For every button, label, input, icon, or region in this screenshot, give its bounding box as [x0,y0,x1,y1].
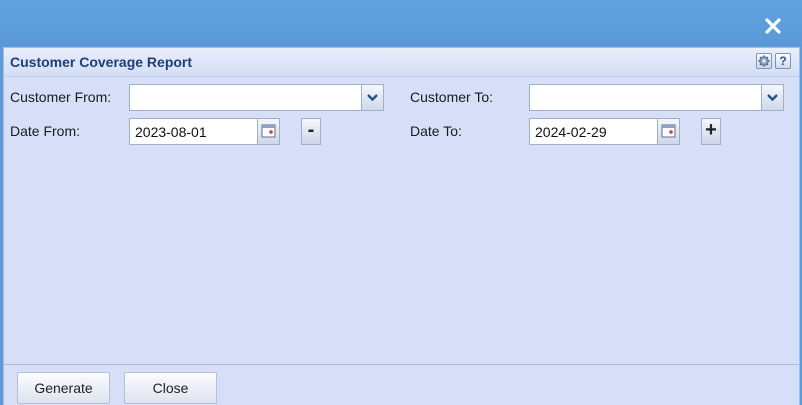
date-from-decrement-button[interactable]: - [301,118,321,145]
report-panel: Customer Coverage Report ? Customer From… [3,47,800,405]
chevron-down-icon [367,94,378,102]
customer-to-label: Customer To: [410,89,493,105]
close-button[interactable]: Close [124,372,217,404]
date-from-label: Date From: [10,123,81,139]
customer-from-dropdown-button[interactable] [361,85,383,110]
close-icon[interactable] [764,17,782,35]
date-to-value: 2024-02-29 [535,124,607,140]
calendar-icon [661,124,676,138]
chevron-down-icon [767,94,778,102]
customer-to-combo[interactable] [529,84,784,111]
calendar-icon [261,124,276,138]
generate-button[interactable]: Generate [17,372,110,404]
gear-icon [758,55,770,67]
date-from-calendar-button[interactable] [257,119,279,144]
page-title: Customer Coverage Report [10,54,193,70]
date-from-value: 2023-08-01 [135,124,207,140]
help-icon: ? [779,54,787,68]
date-to-label: Date To: [410,123,462,139]
report-window: Customer Coverage Report ? Customer From… [0,0,802,405]
panel-footer: Generate Close [4,364,799,405]
panel-header: Customer Coverage Report ? [4,48,799,77]
window-title-bar [0,0,802,46]
help-button[interactable]: ? [775,53,791,69]
date-to-calendar-button[interactable] [657,119,679,144]
customer-to-dropdown-button[interactable] [761,85,783,110]
date-to-increment-button[interactable]: + [701,118,721,145]
date-from-field[interactable]: 2023-08-01 [129,118,280,145]
date-to-field[interactable]: 2024-02-29 [529,118,680,145]
settings-button[interactable] [756,53,772,69]
customer-from-label: Customer From: [10,89,112,105]
customer-from-combo[interactable] [129,84,384,111]
